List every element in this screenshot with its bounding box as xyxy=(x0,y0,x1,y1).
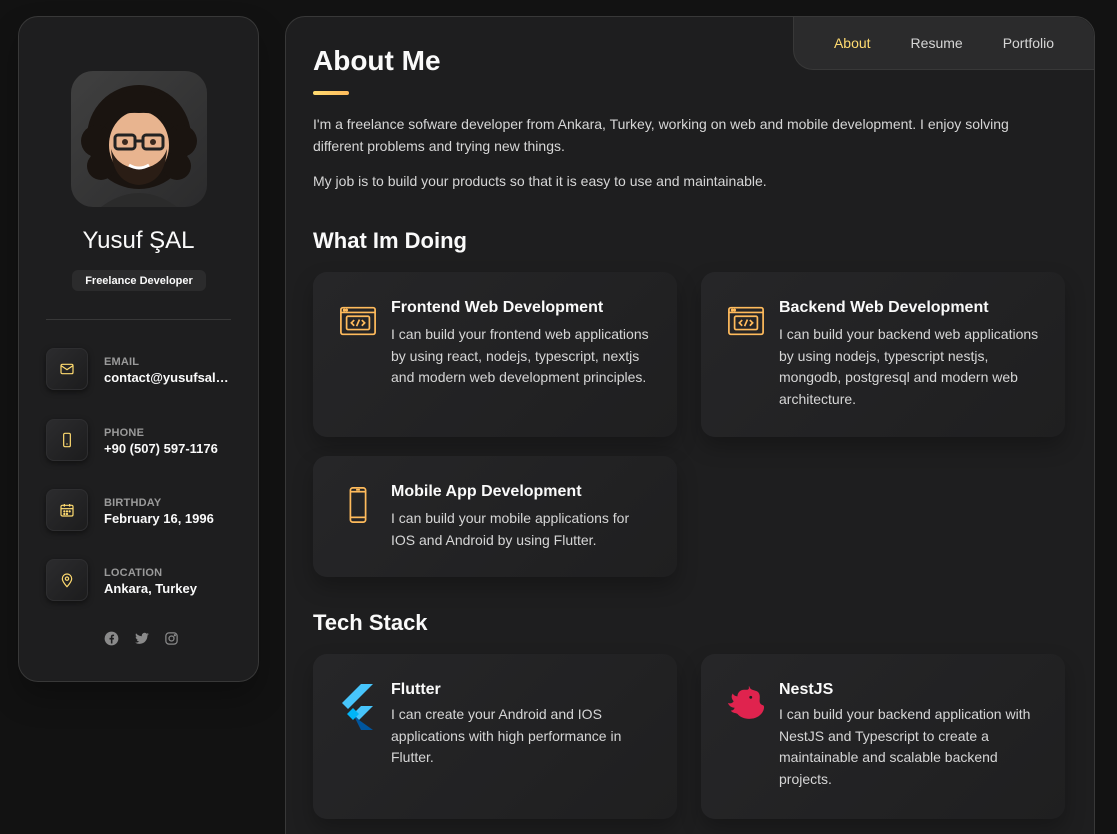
service-card-frontend: Frontend Web Development I can build you… xyxy=(313,272,677,437)
phone-link[interactable]: +90 (507) 597-1176 xyxy=(104,441,232,456)
about-paragraph-2: My job is to build your products so that… xyxy=(313,173,767,189)
navbar: About Resume Portfolio xyxy=(793,17,1094,70)
about-paragraph-1: I'm a freelance sofware developer from A… xyxy=(313,116,1009,154)
flutter-logo-icon xyxy=(339,684,377,730)
service-title: Backend Web Development xyxy=(779,299,989,316)
about-title: About Me xyxy=(313,45,441,76)
avatar xyxy=(71,71,207,207)
mobile-phone-icon xyxy=(339,486,377,524)
nav-portfolio[interactable]: Portfolio xyxy=(1003,35,1054,51)
contact-label: Phone xyxy=(104,427,145,439)
contact-email: Email contact@yusufsal.c... xyxy=(46,348,246,392)
code-browser-icon xyxy=(339,302,377,340)
service-text: I can build your backend web application… xyxy=(779,326,1039,407)
code-browser-icon xyxy=(727,302,765,340)
main-content: About Resume Portfolio About Me I'm a fr… xyxy=(285,16,1095,834)
profile-name: Yusuf ŞAL xyxy=(82,227,195,254)
service-text: I can build your frontend web applicatio… xyxy=(391,326,649,385)
service-text: I can build your mobile applications for… xyxy=(391,510,630,548)
contact-birthday: Birthday February 16, 1996 xyxy=(46,489,246,533)
tech-title: NestJS xyxy=(779,681,834,698)
instagram-icon[interactable] xyxy=(164,631,180,647)
title-underline xyxy=(313,91,349,95)
email-link[interactable]: contact@yusufsal.c... xyxy=(104,370,232,385)
service-card-backend: Backend Web Development I can build your… xyxy=(701,272,1065,437)
mail-icon xyxy=(46,348,88,390)
calendar-icon xyxy=(46,489,88,531)
nav-about[interactable]: About xyxy=(834,35,871,51)
contact-label: Birthday xyxy=(104,497,162,509)
sidebar: Yusuf ŞAL Freelance Developer Email cont… xyxy=(18,16,259,682)
separator xyxy=(46,319,231,320)
tech-card-flutter: Flutter I can create your Android and IO… xyxy=(313,654,677,819)
service-title: Mobile App Development xyxy=(391,483,582,500)
contact-label: Location xyxy=(104,567,163,579)
contact-location: Location Ankara, Turkey xyxy=(46,559,246,603)
contact-label: Email xyxy=(104,356,140,368)
tech-stack-title: Tech Stack xyxy=(313,610,428,635)
birthday-value: February 16, 1996 xyxy=(104,511,214,526)
location-pin-icon xyxy=(46,559,88,601)
tech-text: I can build your backend application wit… xyxy=(779,706,1031,787)
profile-title-badge: Freelance Developer xyxy=(72,270,206,291)
twitter-icon[interactable] xyxy=(134,631,150,647)
tech-title: Flutter xyxy=(391,681,441,698)
facebook-icon[interactable] xyxy=(104,631,120,647)
services-title: What Im Doing xyxy=(313,228,467,253)
service-card-mobile: Mobile App Development I can build your … xyxy=(313,456,677,577)
social-links xyxy=(104,631,180,647)
location-value: Ankara, Turkey xyxy=(104,581,197,596)
nav-resume[interactable]: Resume xyxy=(911,35,963,51)
phone-icon xyxy=(46,419,88,461)
tech-text: I can create your Android and IOS applic… xyxy=(391,706,622,765)
tech-card-nestjs: NestJS I can build your backend applicat… xyxy=(701,654,1065,819)
contact-phone: Phone +90 (507) 597-1176 xyxy=(46,419,246,463)
service-title: Frontend Web Development xyxy=(391,299,604,316)
nestjs-logo-icon xyxy=(727,684,765,722)
